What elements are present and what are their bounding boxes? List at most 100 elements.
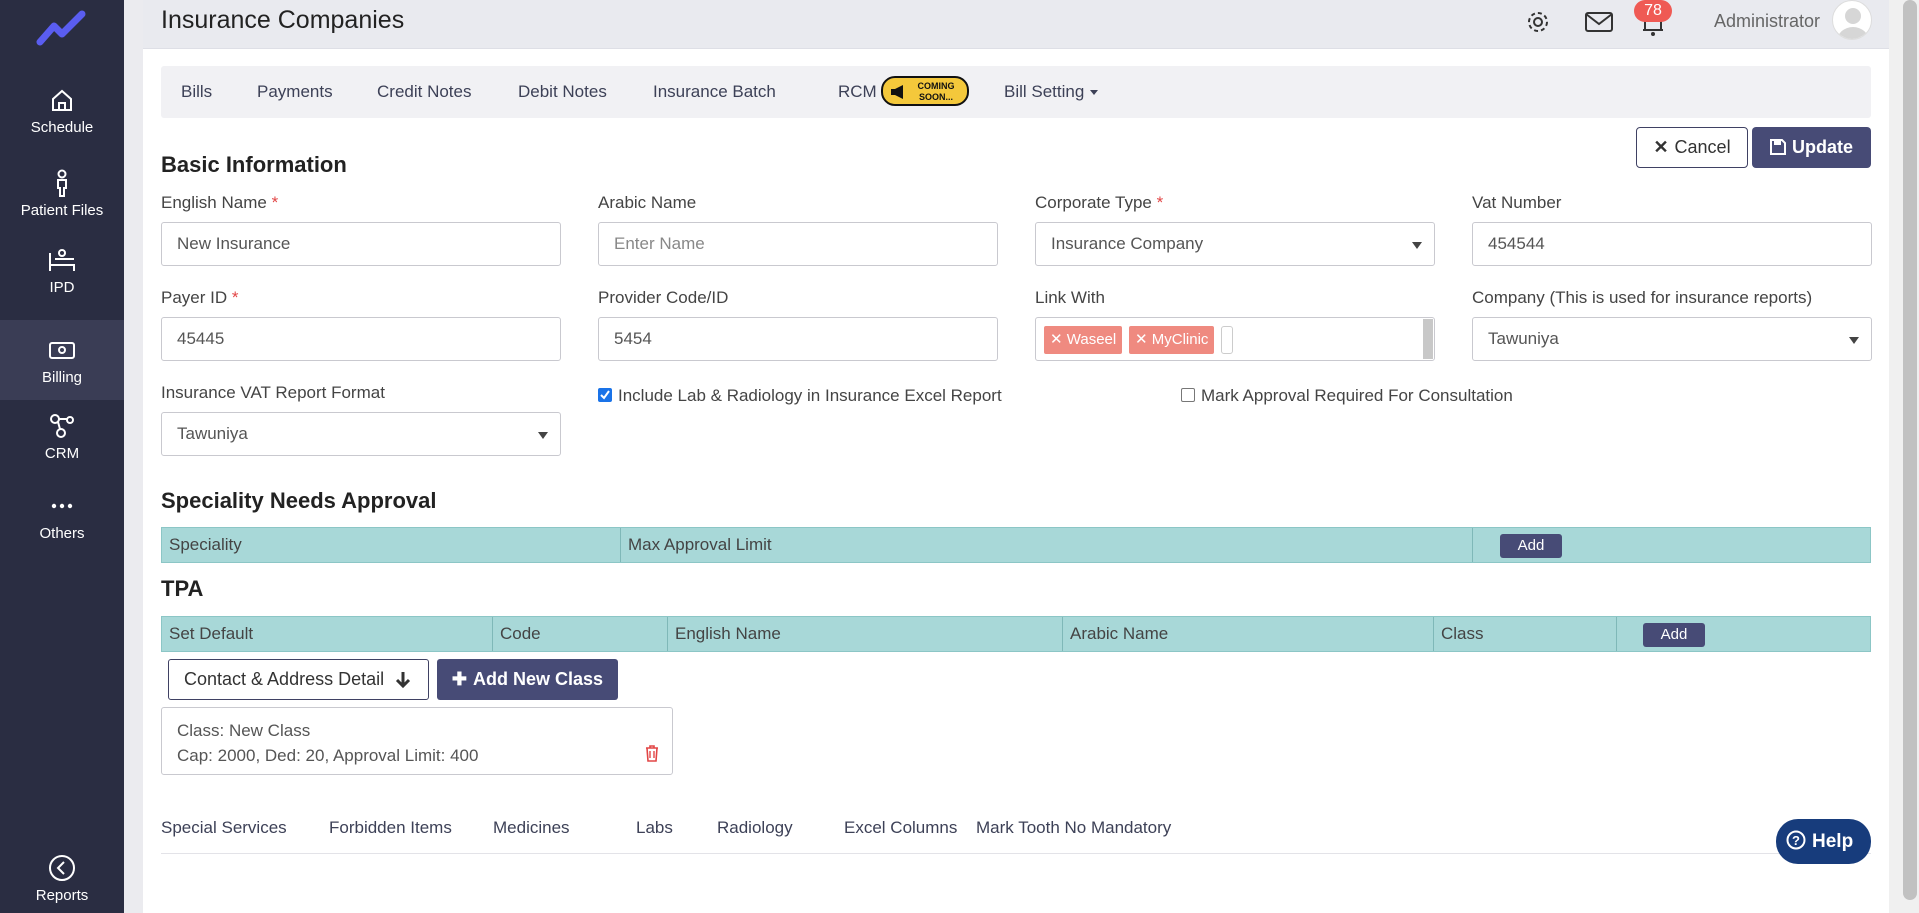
column-header: Max Approval Limit (621, 528, 1473, 562)
top-bar: Insurance Companies 78 Administrator (143, 0, 1889, 49)
sidebar-item-billing[interactable]: Billing (0, 320, 124, 400)
gear-icon[interactable] (1524, 8, 1552, 36)
dropdown-arrow-icon (1412, 242, 1422, 249)
sidebar-item-ipd[interactable]: IPD (0, 245, 124, 325)
corporate-type-select[interactable]: Insurance Company (1035, 222, 1435, 266)
avatar[interactable] (1832, 0, 1872, 40)
arabic-name-label: Arabic Name (598, 193, 697, 212)
tab-labs[interactable]: Labs (636, 818, 673, 838)
arabic-name-input[interactable]: Enter Name (598, 222, 998, 266)
column-header: Code (493, 617, 668, 651)
tab-forbidden-items[interactable]: Forbidden Items (329, 818, 452, 838)
trash-icon[interactable] (644, 744, 660, 762)
scrollbar-thumb[interactable] (1903, 0, 1917, 900)
link-with-label: Link With (1035, 288, 1105, 307)
column-header: Speciality (162, 528, 621, 562)
sidebar-item-schedule[interactable]: Schedule (0, 85, 124, 165)
help-button[interactable]: ? Help (1776, 819, 1871, 864)
company-select[interactable]: Tawuniya (1472, 317, 1872, 361)
vat-report-label: Insurance VAT Report Format (161, 383, 385, 402)
vat-number-label: Vat Number (1472, 193, 1562, 212)
tab-rcm[interactable]: RCM (838, 82, 877, 102)
megaphone-icon (891, 85, 903, 99)
add-new-class-button[interactable]: ✚ Add New Class (437, 659, 618, 700)
tab-special-services[interactable]: Special Services (161, 818, 287, 838)
app-logo-icon[interactable] (36, 8, 86, 46)
section-heading-basic: Basic Information (161, 152, 347, 177)
sidebar-item-label: Reports (35, 887, 89, 904)
vat-report-select[interactable]: Tawuniya (161, 412, 561, 456)
add-speciality-button[interactable]: Add (1500, 534, 1562, 558)
sidebar-item-label: Others (39, 525, 85, 542)
sidebar-item-label: IPD (49, 279, 75, 296)
add-tpa-button[interactable]: Add (1643, 623, 1705, 647)
more-icon (51, 503, 73, 509)
sidebar-item-reports[interactable]: Reports (0, 853, 124, 913)
tab-radiology[interactable]: Radiology (717, 818, 793, 838)
multiselect-scrollbar[interactable] (1423, 319, 1433, 359)
provider-code-label: Provider Code/ID (598, 288, 729, 307)
column-header: English Name (668, 617, 1063, 651)
cancel-button[interactable]: ✕ Cancel (1636, 127, 1748, 168)
chip-myclinic[interactable]: ✕ MyClinic (1129, 326, 1215, 354)
sidebar-item-crm[interactable]: CRM (0, 411, 124, 491)
column-header: Set Default (162, 617, 493, 651)
sidebar-item-label: Billing (41, 369, 83, 386)
billing-icon (49, 342, 75, 359)
tab-bills[interactable]: Bills (181, 82, 212, 102)
plus-icon: ✚ (451, 669, 468, 689)
tab-bill-setting[interactable]: Bill Setting (1004, 82, 1099, 102)
dropdown-arrow-icon (1849, 337, 1859, 344)
chip-remove-icon[interactable]: ✕ (1050, 331, 1063, 348)
checkbox-unchecked-icon[interactable] (1181, 388, 1195, 402)
sidebar-item-label: Schedule (30, 119, 94, 136)
multiselect-search[interactable] (1221, 326, 1233, 354)
dropdown-arrow-icon (538, 432, 548, 439)
checkbox-checked-icon[interactable] (598, 388, 612, 402)
include-lab-checkbox[interactable]: Include Lab & Radiology in Insurance Exc… (598, 386, 1002, 406)
sidebar-item-patient-files[interactable]: Patient Files (0, 168, 124, 248)
tab-debit-notes[interactable]: Debit Notes (518, 82, 607, 102)
english-name-input[interactable]: New Insurance (161, 222, 561, 266)
chip-waseel[interactable]: ✕ Waseel (1044, 326, 1123, 354)
tab-mark-tooth[interactable]: Mark Tooth No Mandatory (976, 818, 1171, 838)
main-panel: Insurance Companies 78 Administrator Bil… (143, 0, 1889, 913)
tab-payments[interactable]: Payments (257, 82, 333, 102)
corporate-type-label: Corporate Type * (1035, 193, 1164, 212)
update-button[interactable]: Update (1752, 127, 1871, 168)
section-heading-speciality: Speciality Needs Approval (161, 488, 437, 513)
person-icon (57, 169, 67, 197)
chip-remove-icon[interactable]: ✕ (1135, 331, 1148, 348)
column-header: Class (1434, 617, 1617, 651)
vat-number-input[interactable]: 454544 (1472, 222, 1872, 266)
arrow-down-icon (395, 672, 411, 689)
sidebar-item-label: CRM (44, 445, 80, 462)
close-icon: ✕ (1653, 137, 1669, 157)
column-header: Arabic Name (1063, 617, 1434, 651)
tab-excel-columns[interactable]: Excel Columns (844, 818, 957, 838)
user-name[interactable]: Administrator (1714, 11, 1820, 32)
tab-credit-notes[interactable]: Credit Notes (377, 82, 471, 102)
cancel-label: Cancel (1674, 137, 1731, 157)
tab-medicines[interactable]: Medicines (493, 818, 570, 838)
sidebar-item-others[interactable]: Others (0, 491, 124, 571)
payer-id-label: Payer ID * (161, 288, 239, 307)
caret-down-icon (1090, 90, 1099, 96)
billing-tabs: Bills Payments Credit Notes Debit Notes … (161, 66, 1871, 118)
home-icon (52, 89, 72, 111)
svg-text:?: ? (1792, 833, 1800, 848)
class-card: Class: New Class Cap: 2000, Ded: 20, App… (161, 707, 673, 775)
tab-insurance-batch[interactable]: Insurance Batch (653, 82, 776, 102)
mark-approval-checkbox[interactable]: Mark Approval Required For Consultation (1181, 386, 1513, 406)
provider-code-input[interactable]: 5454 (598, 317, 998, 361)
link-with-multiselect[interactable]: ✕ Waseel ✕ MyClinic (1035, 317, 1435, 361)
user-avatar-icon (1837, 8, 1869, 39)
sidebar: Schedule Patient Files IPD Billing CRM O… (0, 0, 124, 913)
crm-icon (50, 414, 74, 438)
sidebar-item-label: Patient Files (20, 202, 104, 219)
payer-id-input[interactable]: 45445 (161, 317, 561, 361)
class-name: Class: New Class (177, 721, 311, 740)
mail-icon[interactable] (1584, 8, 1614, 36)
section-heading-tpa: TPA (161, 576, 204, 601)
contact-address-button[interactable]: Contact & Address Detail (168, 659, 429, 700)
